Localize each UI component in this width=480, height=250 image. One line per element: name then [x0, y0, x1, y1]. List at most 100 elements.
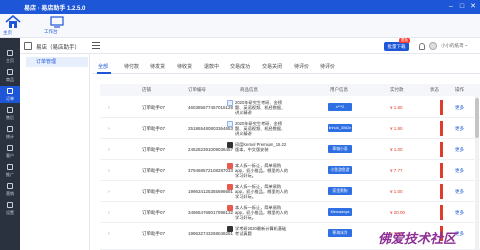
expand-chevron-icon[interactable]: ›	[108, 126, 110, 132]
sidebar-item-orders[interactable]: 订单	[0, 86, 20, 103]
workspace-icon[interactable]	[50, 16, 64, 28]
tab-pending-receipt[interactable]: 待收货	[177, 63, 192, 70]
scrollbar-thumb[interactable]	[475, 98, 479, 138]
store-name[interactable]: 易店（易店助手）	[36, 43, 80, 51]
promo-icon	[7, 164, 13, 170]
expand-chevron-icon[interactable]: ›	[108, 231, 110, 237]
sidebar-item-stats[interactable]: 统计	[0, 124, 20, 141]
seller-cell: 订单助手07	[142, 105, 166, 110]
sidebar-item-label: 设置	[6, 210, 14, 215]
product-thumbnail	[227, 142, 233, 148]
tab-completed[interactable]: 交易成功	[230, 63, 250, 70]
minimize-icon[interactable]: –	[446, 2, 456, 12]
product-description: 2020年研究生考研、金榜题、英语视频、机经数据、讲义精讲	[235, 100, 286, 115]
watermark: 佛爱技术社区	[378, 231, 457, 246]
more-link[interactable]: 更多	[455, 105, 464, 111]
more-link[interactable]: 更多	[455, 189, 464, 195]
tab-pending-shipment[interactable]: 待发货	[150, 63, 165, 70]
tab-refunding[interactable]: 退款中	[204, 63, 219, 70]
expand-chevron-icon[interactable]: ›	[108, 147, 110, 153]
menu-toggle-icon[interactable]	[92, 42, 100, 49]
table-row[interactable]: › 订单助手07 460385677457015128 2020年研究生考研、金…	[100, 97, 480, 118]
buyer-tag: c***2	[328, 103, 352, 111]
table-row[interactable]: › 订单助手07 349654768017998132 本人拆一拆让，简单易购a…	[100, 202, 480, 223]
sidebar-item-label: 推广	[6, 172, 14, 177]
avatar[interactable]	[429, 42, 437, 50]
sidebar-item-customer[interactable]: 客户	[0, 143, 20, 160]
home-logo-icon[interactable]	[5, 15, 21, 29]
tab-closed[interactable]: 交易关闭	[262, 63, 282, 70]
table-row[interactable]: › 订单助手07 199634125355698681 本人拆一拆让，简单易购a…	[100, 181, 480, 202]
buyer-tag: 家里黑狗	[328, 187, 352, 195]
buyer-tag: 小鱼游鱼游	[328, 166, 352, 174]
more-link[interactable]: 更多	[455, 210, 464, 216]
table-scrollbar[interactable]	[475, 96, 479, 250]
product-thumbnail	[227, 163, 233, 169]
sidebar-item-label: 主页	[6, 58, 14, 63]
column-header: 用户信息	[330, 87, 348, 92]
status-marker	[440, 184, 443, 199]
order-number-cell: 245282391009036457	[188, 147, 234, 152]
more-link[interactable]: 更多	[455, 126, 464, 132]
batch-download-button[interactable]: 批量下载	[384, 42, 409, 51]
buyer-tag: 寒海冰冷	[328, 229, 352, 237]
table-row[interactable]: › 订单助手07 379468572108287033 本人拆一拆让，简单易购a…	[100, 160, 480, 181]
expand-chevron-icon[interactable]: ›	[108, 105, 110, 111]
order-number-cell: 199634125355698681	[188, 189, 234, 194]
column-header: 实付款	[390, 87, 404, 92]
seller-cell: 订单助手07	[142, 231, 166, 236]
tab-all[interactable]: 全部	[98, 63, 108, 70]
logo-label: 主页	[3, 30, 12, 35]
tab-pending-review[interactable]: 待评价	[294, 63, 309, 70]
tab-active-indicator	[97, 72, 111, 74]
store-icon	[24, 42, 32, 50]
top-nav: 主页 工作台	[0, 14, 480, 38]
sidebar: 主页 商品 订单 售后 统计 客户 推广 营销 设置	[0, 38, 20, 250]
sidebar-item-marketing[interactable]: 营销	[0, 181, 20, 198]
sidebar-item-settings[interactable]: 设置	[0, 200, 20, 217]
more-link[interactable]: 更多	[455, 147, 464, 153]
column-header: 店铺	[142, 87, 151, 92]
product-thumbnail	[227, 226, 233, 232]
tab-pending-payment[interactable]: 待付款	[124, 63, 139, 70]
buyer-tag: Mercadoya	[328, 208, 352, 216]
status-marker	[440, 163, 443, 178]
sidebar-item-label: 订单	[6, 96, 14, 101]
expand-chevron-icon[interactable]: ›	[108, 210, 110, 216]
sidebar-item-aftersale[interactable]: 售后	[0, 105, 20, 122]
sidebar-item-promo[interactable]: 推广	[0, 162, 20, 179]
price-cell: ¥ 20.00	[390, 210, 406, 215]
product-description: 本人拆一拆让，简单易购app，初小推品，哪里的人的学习好玩。	[235, 184, 289, 199]
username[interactable]: 小小的纸鸢 ~	[441, 43, 467, 49]
order-number-cell: 199632743268048261	[188, 231, 234, 236]
title-bar: 易店 · 易店助手 1.2.5.0 – □ ✕	[0, 0, 480, 14]
workspace-label[interactable]: 工作台	[44, 29, 58, 35]
sidebar-item-label: 商品	[6, 77, 14, 82]
sidebar-item-goods[interactable]: 商品	[0, 67, 20, 84]
customer-icon	[7, 145, 13, 151]
bell-icon[interactable]	[419, 43, 425, 50]
status-marker	[440, 121, 443, 136]
sidebar-item-home[interactable]: 主页	[0, 48, 20, 65]
marketing-icon	[7, 183, 13, 189]
table-row[interactable]: › 订单助手07 245282391009036457 印度Kernel Pre…	[100, 139, 480, 160]
goods-icon	[7, 69, 13, 75]
sub-nav: 订单管理	[20, 54, 90, 250]
column-header: 订单编号	[188, 87, 206, 92]
order-icon	[7, 88, 13, 94]
column-header: 商品信息	[240, 87, 258, 92]
expand-chevron-icon[interactable]: ›	[108, 189, 110, 195]
price-cell: ¥ 1.00	[390, 189, 403, 194]
product-thumbnail	[227, 184, 233, 190]
expand-chevron-icon[interactable]: ›	[108, 168, 110, 174]
more-link[interactable]: 更多	[455, 231, 464, 237]
table-row[interactable]: › 订单助手07 251865480803364653 2020年研究生考研、金…	[100, 118, 480, 139]
price-cell: ¥ 7.77	[390, 168, 403, 173]
status-marker	[440, 205, 443, 220]
maximize-icon[interactable]: □	[457, 2, 467, 12]
close-icon[interactable]: ✕	[468, 2, 478, 12]
tab-pending-review-2[interactable]: 待评价	[320, 63, 335, 70]
subnav-item-order-management[interactable]: 订单管理	[26, 57, 88, 67]
buyer-tag: 翠城小语	[328, 145, 352, 153]
more-link[interactable]: 更多	[455, 168, 464, 174]
